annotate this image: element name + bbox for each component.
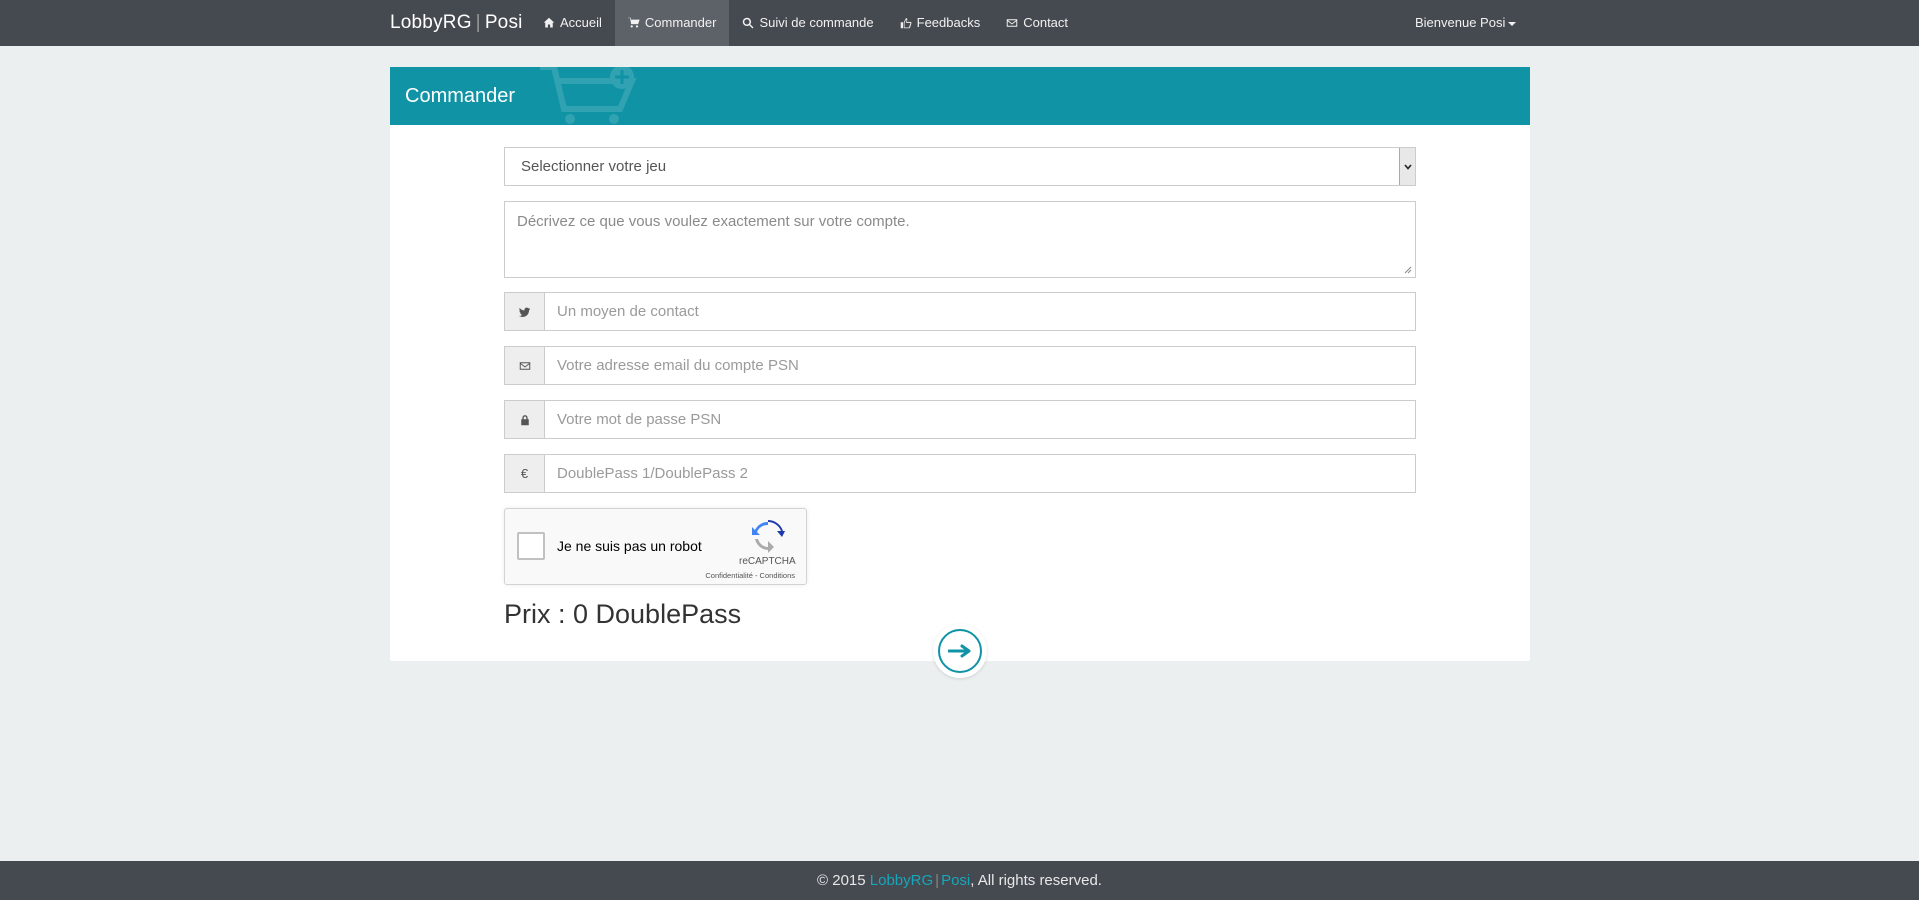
- recaptcha-links[interactable]: Confidentialité - Conditions: [695, 571, 795, 580]
- footer-brand-link[interactable]: LobbyRG | Posi: [870, 872, 970, 889]
- contact-input[interactable]: Un moyen de contact: [545, 293, 1415, 330]
- twitter-icon: [505, 293, 545, 330]
- envelope-icon: [505, 347, 545, 384]
- user-menu-dropdown[interactable]: Bienvenue Posi: [1415, 0, 1517, 46]
- nav-item-commander[interactable]: Commander: [614, 0, 730, 46]
- payment-input[interactable]: DoublePass 1/DoublePass 2: [545, 455, 1415, 492]
- footer-copyright: © 2015: [817, 872, 870, 889]
- shopping-cart-icon: [627, 17, 640, 28]
- nav-item-label: Feedbacks: [916, 15, 981, 30]
- game-select[interactable]: Selectionner votre jeu: [504, 147, 1416, 186]
- search-icon: [743, 17, 754, 29]
- brand-separator: |: [475, 12, 481, 33]
- home-icon: [543, 17, 555, 28]
- nav-item-contact[interactable]: Contact: [993, 0, 1081, 46]
- nav-item-label: Suivi de commande: [759, 15, 874, 30]
- recaptcha-logo-icon: [752, 520, 785, 553]
- password-input[interactable]: Votre mot de passe PSN: [545, 401, 1415, 438]
- submit-button[interactable]: [938, 629, 982, 673]
- brand-suffix: Posi: [484, 12, 523, 33]
- top-navbar: LobbyRG | Posi Accueil Commander Suivi de …: [0, 0, 1919, 46]
- footer-link-left: LobbyRG: [869, 872, 934, 889]
- recaptcha-widget: Je ne suis pas un robot reCAPTCHA Confid…: [504, 508, 807, 585]
- submit-button-wrapper: [933, 624, 987, 678]
- price-display: Prix : 0 DoublePass: [504, 599, 742, 629]
- arrow-right-icon: [948, 644, 971, 658]
- footer-rights: , All rights reserved.: [970, 872, 1102, 889]
- panel-heading: Commander: [390, 67, 1530, 125]
- footer-link-right: Posi: [941, 872, 971, 889]
- envelope-icon: [1006, 19, 1018, 27]
- main-nav: Accueil Commander Suivi de commande Feed…: [530, 0, 1081, 46]
- nav-item-label: Commander: [644, 15, 717, 30]
- email-field-group: Votre adresse email du compte PSN: [504, 346, 1416, 385]
- shopping-cart-watermark-icon: [540, 67, 637, 124]
- game-select-value: Selectionner votre jeu: [521, 158, 667, 175]
- brand-logo[interactable]: LobbyRG | Posi: [390, 0, 523, 46]
- order-panel: Commander Selectionner votre jeu Décrive…: [390, 67, 1530, 678]
- recaptcha-brand: reCAPTCHA: [739, 556, 796, 567]
- user-greeting: Bienvenue Posi: [1415, 15, 1506, 30]
- brand-name: LobbyRG: [390, 12, 472, 33]
- caret-down-icon: [1508, 21, 1517, 26]
- chevron-down-icon: [1399, 148, 1415, 185]
- euro-icon: €: [505, 455, 545, 492]
- nav-item-feedbacks[interactable]: Feedbacks: [887, 0, 994, 46]
- password-field-group: Votre mot de passe PSN: [504, 400, 1416, 439]
- lock-icon: [505, 401, 545, 438]
- payment-field-group: € DoublePass 1/DoublePass 2: [504, 454, 1416, 493]
- euro-symbol: €: [520, 466, 529, 481]
- nav-item-label: Contact: [1023, 15, 1069, 30]
- thumbs-up-icon: [900, 18, 912, 29]
- contact-field-group: Un moyen de contact: [504, 292, 1416, 331]
- recaptcha-checkbox[interactable]: [517, 532, 545, 560]
- recaptcha-label: Je ne suis pas un robot: [557, 538, 702, 554]
- nav-item-suivi[interactable]: Suivi de commande: [729, 0, 886, 46]
- footer-link-separator: |: [935, 872, 940, 889]
- panel-title: Commander: [405, 85, 516, 107]
- email-input[interactable]: Votre adresse email du compte PSN: [545, 347, 1415, 384]
- resize-handle-icon[interactable]: [1404, 266, 1412, 274]
- nav-item-label: Accueil: [560, 15, 602, 30]
- footer: © 2015 LobbyRG | Posi, All rights reserved…: [0, 861, 1919, 900]
- nav-item-accueil[interactable]: Accueil: [530, 0, 615, 46]
- description-textarea[interactable]: Décrivez ce que vous voulez exactement s…: [504, 201, 1416, 278]
- description-placeholder: Décrivez ce que vous voulez exactement s…: [517, 213, 910, 230]
